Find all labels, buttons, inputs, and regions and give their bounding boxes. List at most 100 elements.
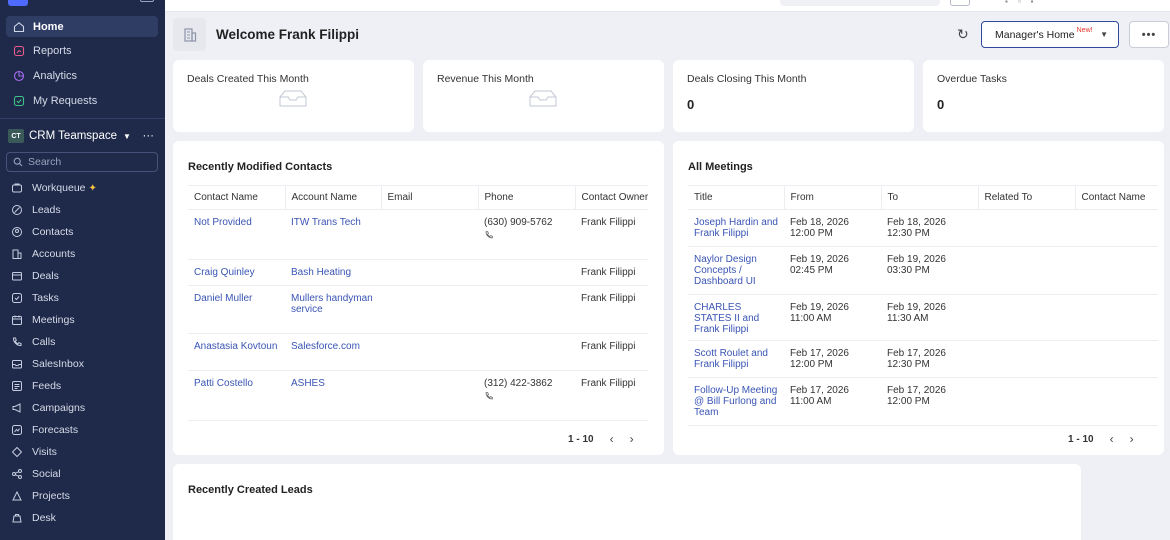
module-label: Visits	[32, 446, 57, 458]
kpi-label: Deals Closing This Month	[687, 73, 807, 85]
kpi-card-deals-created[interactable]: Deals Created This Month	[173, 60, 414, 132]
related-cell	[978, 377, 1075, 426]
top-utility-icons[interactable]: ▪▫▪	[1005, 0, 1044, 6]
leads-icon	[10, 204, 23, 217]
owner-cell: Frank Filippi	[575, 333, 648, 371]
table-row: CHARLES STATES II and Frank Filippi Feb …	[688, 294, 1158, 341]
projects-icon	[10, 490, 23, 503]
to-cell: Feb 17, 2026 12:30 PM	[881, 340, 978, 378]
teamspace-switcher[interactable]: CT CRM Teamspace ▼ ···	[8, 126, 158, 146]
column-header[interactable]: Contact Owner	[574, 185, 648, 210]
account-name-link[interactable]: Mullers handyman service	[285, 285, 381, 334]
contacts-table: Contact Name Account Name Email Phone Co…	[188, 185, 648, 421]
nav-analytics[interactable]: Analytics	[6, 65, 158, 86]
meetings-panel: All Meetings Title From To Related To Co…	[673, 141, 1164, 455]
meeting-title-link[interactable]: CHARLES STATES II and Frank Filippi	[688, 294, 784, 341]
chevron-right-icon[interactable]: ›	[630, 432, 634, 446]
from-cell: Feb 17, 2026 12:00 PM	[784, 340, 881, 378]
nav-home[interactable]: Home	[6, 16, 158, 37]
module-label: Tasks	[32, 292, 59, 304]
global-search[interactable]	[780, 0, 940, 6]
sidebar-toggle-icon[interactable]	[140, 0, 154, 2]
module-calls[interactable]: Calls	[10, 332, 160, 352]
module-workqueue[interactable]: Workqueue ✦	[10, 178, 160, 198]
forecasts-icon	[10, 424, 23, 437]
empty-tray-icon	[529, 90, 557, 107]
page-title: Welcome Frank Filippi	[216, 27, 360, 42]
phone-cell: (630) 909-5762	[478, 209, 575, 260]
nav-reports[interactable]: Reports	[6, 40, 158, 61]
desk-icon	[10, 512, 23, 525]
module-label: Calls	[32, 336, 56, 348]
column-header[interactable]: From	[783, 185, 881, 210]
account-name-link[interactable]: ASHES	[285, 370, 381, 421]
module-contacts[interactable]: Contacts	[10, 222, 160, 242]
column-header[interactable]: Email	[380, 185, 478, 210]
kpi-card-revenue[interactable]: Revenue This Month	[423, 60, 664, 132]
more-options-button[interactable]: •••	[1129, 21, 1169, 48]
sidebar-divider	[0, 118, 165, 119]
account-name-link[interactable]: Salesforce.com	[285, 333, 381, 371]
module-salesinbox[interactable]: SalesInbox	[10, 354, 160, 374]
column-header[interactable]: Contact Name	[1074, 185, 1158, 210]
kpi-card-deals-closing[interactable]: Deals Closing This Month 0	[673, 60, 914, 132]
module-social[interactable]: Social	[10, 464, 160, 484]
table-row: Patti Costello ASHES (312) 422-3862 Fran…	[188, 370, 648, 421]
meeting-title-link[interactable]: Follow-Up Meeting @ Bill Furlong and Tea…	[688, 377, 784, 426]
meeting-title-link[interactable]: Joseph Hardin and Frank Filippi	[688, 209, 784, 247]
tasks-icon	[10, 292, 23, 305]
contact-cell	[1075, 246, 1158, 295]
module-desk[interactable]: Desk	[10, 508, 160, 528]
meeting-title-link[interactable]: Naylor Design Concepts / Dashboard UI	[688, 246, 784, 295]
phone-icon[interactable]	[484, 391, 494, 401]
phone-cell	[478, 259, 575, 286]
module-accounts[interactable]: Accounts	[10, 244, 160, 264]
module-deals[interactable]: Deals	[10, 266, 160, 286]
top-bar: ▪▫▪	[165, 0, 1170, 12]
module-meetings[interactable]: Meetings	[10, 310, 160, 330]
refresh-icon[interactable]: ↻	[957, 26, 969, 43]
search-input[interactable]: Search	[28, 156, 61, 168]
module-label: Social	[32, 468, 61, 480]
accounts-icon	[10, 248, 23, 261]
column-header[interactable]: Phone	[477, 185, 575, 210]
module-tasks[interactable]: Tasks	[10, 288, 160, 308]
chevron-left-icon[interactable]: ‹	[610, 432, 614, 446]
chevron-left-icon[interactable]: ‹	[1110, 432, 1114, 446]
teamspace-more-button[interactable]: ···	[143, 130, 155, 142]
module-leads[interactable]: Leads	[10, 200, 160, 220]
contact-name-link[interactable]: Craig Quinley	[188, 259, 285, 286]
column-header[interactable]: To	[880, 185, 978, 210]
module-feeds[interactable]: Feeds	[10, 376, 160, 396]
module-projects[interactable]: Projects	[10, 486, 160, 506]
module-campaigns[interactable]: Campaigns	[10, 398, 160, 418]
kpi-card-overdue-tasks[interactable]: Overdue Tasks 0	[923, 60, 1164, 132]
phone-text: (312) 422-3862	[484, 378, 553, 389]
sidebar-search[interactable]: Search	[6, 152, 158, 172]
account-name-link[interactable]: ITW Trans Tech	[285, 209, 381, 260]
nav-my-requests[interactable]: My Requests	[6, 90, 158, 111]
contact-name-link[interactable]: Not Provided	[188, 209, 285, 260]
panel-title: Recently Modified Contacts	[188, 161, 333, 173]
contact-name-link[interactable]: Daniel Muller	[188, 285, 285, 334]
column-header[interactable]: Title	[688, 185, 784, 210]
column-header[interactable]: Account Name	[284, 185, 381, 210]
module-forecasts[interactable]: Forecasts	[10, 420, 160, 440]
chevron-right-icon[interactable]: ›	[1130, 432, 1134, 446]
phone-cell	[478, 333, 575, 371]
phone-icon[interactable]	[484, 230, 494, 240]
table-row: Craig Quinley Bash Heating Frank Filippi	[188, 259, 648, 286]
column-header[interactable]: Contact Name	[188, 185, 285, 210]
workqueue-icon	[10, 182, 23, 195]
contact-name-link[interactable]: Anastasia Kovtoun	[188, 333, 285, 371]
module-label: Leads	[32, 204, 61, 216]
meeting-title-link[interactable]: Scott Roulet and Frank Filippi	[688, 340, 784, 378]
contact-name-link[interactable]: Patti Costello	[188, 370, 285, 421]
top-action-icon[interactable]	[950, 0, 970, 6]
app-logo[interactable]	[8, 0, 28, 6]
column-header[interactable]: Related To	[977, 185, 1075, 210]
home-view-selector[interactable]: Manager's Home New! ▼	[981, 21, 1119, 48]
account-name-link[interactable]: Bash Heating	[285, 259, 381, 286]
module-visits[interactable]: Visits	[10, 442, 160, 462]
sparkle-icon: ✦	[88, 182, 97, 194]
